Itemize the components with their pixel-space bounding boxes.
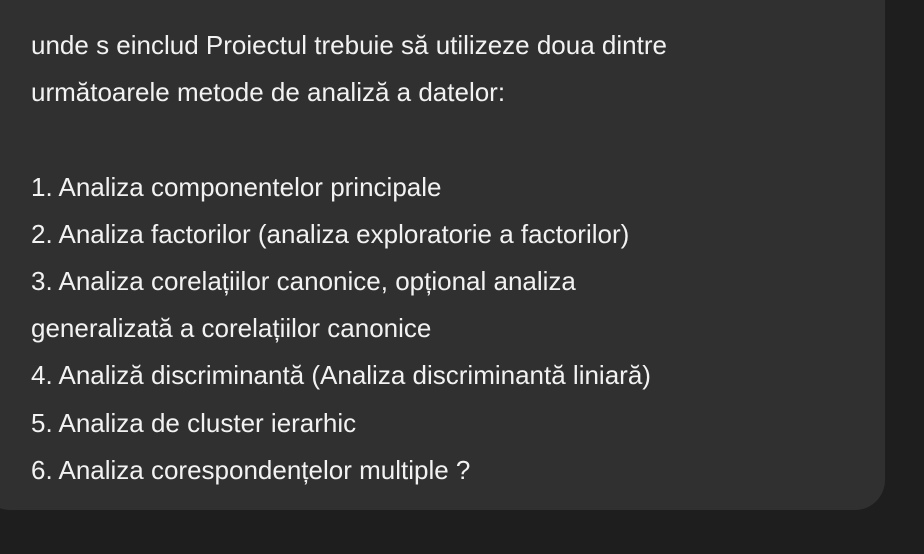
list-item: 2. Analiza factorilor (analiza explorato… [31, 218, 630, 249]
message-line: unde s einclud Proiectul trebuie să util… [31, 30, 667, 60]
list-item: 4. Analiză discriminantă (Analiza discri… [31, 360, 651, 391]
list-item: 3. Analiza corelațiilor canonice, opțion… [31, 265, 576, 296]
list-item: 6. Analiza corespondențelor multiple ? [31, 454, 471, 485]
list-item: 5. Analiza de cluster ierarhic [31, 407, 357, 438]
message-line: următoarele metode de analiză a datelor: [31, 77, 506, 108]
message-text[interactable]: unde s einclud Proiectul trebuie să util… [31, 22, 891, 494]
list-item-continuation: generalizată a corelațiilor canonice [31, 313, 432, 344]
list-item: 1. Analiza componentelor principale [31, 171, 442, 202]
